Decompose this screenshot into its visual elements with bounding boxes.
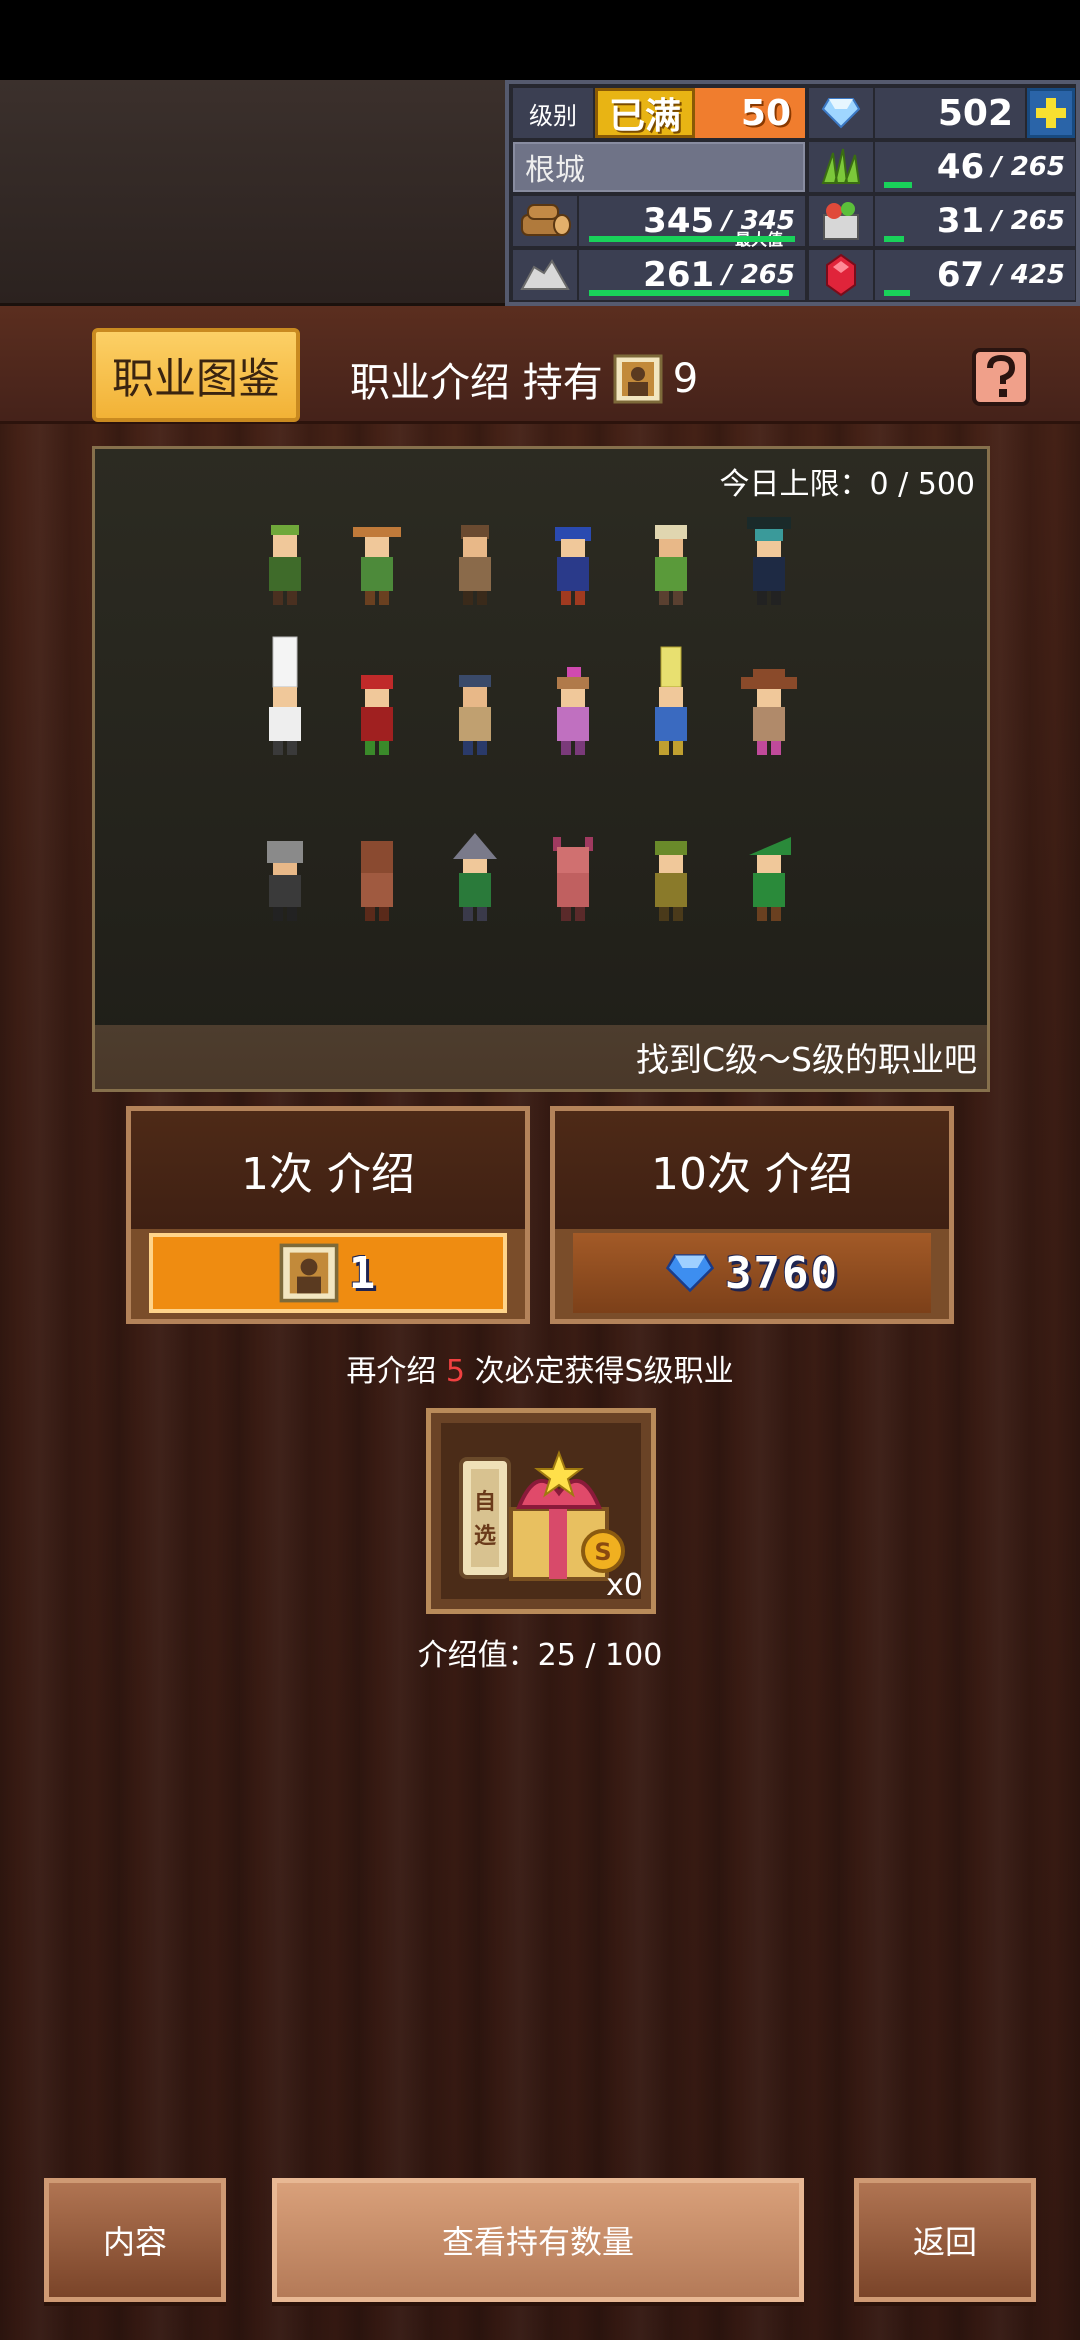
- ticket-count: 9: [672, 356, 699, 402]
- guarantee-suffix: 次必定获得S级职业: [474, 1354, 734, 1389]
- ruby-max: 425: [1010, 260, 1065, 290]
- ruby-icon: [809, 250, 873, 300]
- page-title: 职业介绍 持有: [350, 360, 603, 406]
- job-character[interactable]: [453, 833, 497, 921]
- tab-job-encyclopedia[interactable]: 职业图鉴: [92, 328, 300, 422]
- job-character[interactable]: [361, 675, 393, 755]
- job-character[interactable]: [353, 527, 401, 605]
- wood-icon: [513, 196, 577, 246]
- level-status-badge: 已满: [595, 88, 695, 138]
- selectable-reward-box[interactable]: 自 选 S x0: [426, 1408, 656, 1614]
- view-holdings-button[interactable]: 查看持有数量: [272, 2178, 804, 2302]
- job-character[interactable]: [749, 837, 791, 921]
- gem-count: 502: [875, 88, 1025, 138]
- ten-intro-label: 10次 介绍: [555, 1111, 949, 1229]
- level-value: 50: [695, 88, 805, 138]
- job-character[interactable]: [459, 675, 491, 755]
- reward-count: x0: [606, 1568, 643, 1603]
- job-character[interactable]: [553, 837, 593, 921]
- food-progress-bar: [884, 236, 904, 242]
- job-character[interactable]: [269, 636, 301, 755]
- herb-current: 46: [936, 147, 985, 187]
- herb-progress-bar: [884, 182, 912, 188]
- food-max: 265: [1010, 206, 1065, 236]
- job-gallery-panel: 今日上限：0 / 500 找到C级～S级的职业吧: [92, 446, 990, 1092]
- gem-icon: [809, 88, 873, 138]
- stone-progress-bar: [589, 290, 789, 296]
- ten-intro-cost: 3760: [573, 1233, 931, 1313]
- food-current: 31: [936, 201, 985, 241]
- ruby-current: 67: [936, 255, 985, 295]
- job-character[interactable]: [557, 667, 589, 755]
- herb-icon: [809, 142, 873, 192]
- ruby-progress-bar: [884, 290, 910, 296]
- job-characters: [267, 517, 797, 921]
- wood-progress-bar: [589, 236, 795, 242]
- intro-ticket-icon: [613, 354, 663, 404]
- help-button[interactable]: [972, 348, 1030, 406]
- single-intro-cost-value: 1: [348, 1247, 378, 1299]
- ten-intro-cost-value: 3760: [725, 1247, 839, 1299]
- gallery-hint: 找到C级～S级的职业吧: [636, 1040, 977, 1079]
- level-label: 级别: [513, 88, 593, 138]
- guarantee-prefix: 再介绍: [346, 1354, 437, 1389]
- job-character[interactable]: [655, 841, 687, 921]
- single-intro-label: 1次 介绍: [131, 1111, 525, 1229]
- food-value: 31/ 265: [875, 196, 1075, 246]
- intro-ticket-icon: [279, 1243, 339, 1303]
- reward-box-char-1: 自: [474, 1489, 496, 1515]
- job-character[interactable]: [269, 525, 301, 605]
- add-gems-button[interactable]: [1027, 88, 1075, 138]
- stone-max: 265: [740, 260, 795, 290]
- job-character[interactable]: [741, 669, 797, 755]
- herb-max: 265: [1010, 152, 1065, 182]
- gallery-footer: 找到C级～S级的职业吧: [95, 1025, 987, 1089]
- single-intro-cost: 1: [149, 1233, 507, 1313]
- resource-hud: 级别 已满 50 502 根城 46/ 265 345/ 345 最大值 31/…: [505, 80, 1080, 306]
- question-icon: [972, 348, 1030, 406]
- single-intro-button[interactable]: 1次 介绍 1: [126, 1106, 530, 1324]
- status-bar: [0, 0, 1080, 80]
- job-character[interactable]: [655, 646, 687, 755]
- wood-current: 345: [643, 201, 715, 241]
- stone-icon: [513, 250, 577, 300]
- food-icon: [809, 196, 873, 246]
- job-character[interactable]: [361, 841, 393, 921]
- reward-box-char-2: 选: [474, 1524, 496, 1549]
- plus-icon: [1036, 98, 1066, 128]
- page-title-row: 职业介绍 持有 9: [350, 350, 698, 408]
- job-character[interactable]: [655, 525, 687, 605]
- job-character[interactable]: [747, 517, 791, 605]
- gem-icon: [665, 1254, 715, 1293]
- hud-left-panel: [0, 80, 505, 306]
- town-name: 根城: [513, 142, 805, 192]
- job-character[interactable]: [267, 841, 303, 921]
- intro-value: 介绍值：25 / 100: [417, 1638, 663, 1673]
- stone-current: 261: [643, 255, 715, 295]
- content-button[interactable]: 内容: [44, 2178, 226, 2302]
- daily-limit: 今日上限：0 / 500: [719, 467, 975, 502]
- ten-intro-button[interactable]: 10次 介绍 3760: [550, 1106, 954, 1324]
- guarantee-count: 5: [445, 1354, 466, 1389]
- back-button[interactable]: 返回: [854, 2178, 1036, 2302]
- job-character[interactable]: [459, 525, 491, 605]
- page-header: 职业图鉴 职业介绍 持有 9: [0, 306, 1080, 424]
- svg-text:S: S: [594, 1538, 611, 1566]
- guarantee-text: 再介绍 5 次必定获得S级职业: [0, 1346, 1080, 1390]
- job-character[interactable]: [555, 527, 591, 605]
